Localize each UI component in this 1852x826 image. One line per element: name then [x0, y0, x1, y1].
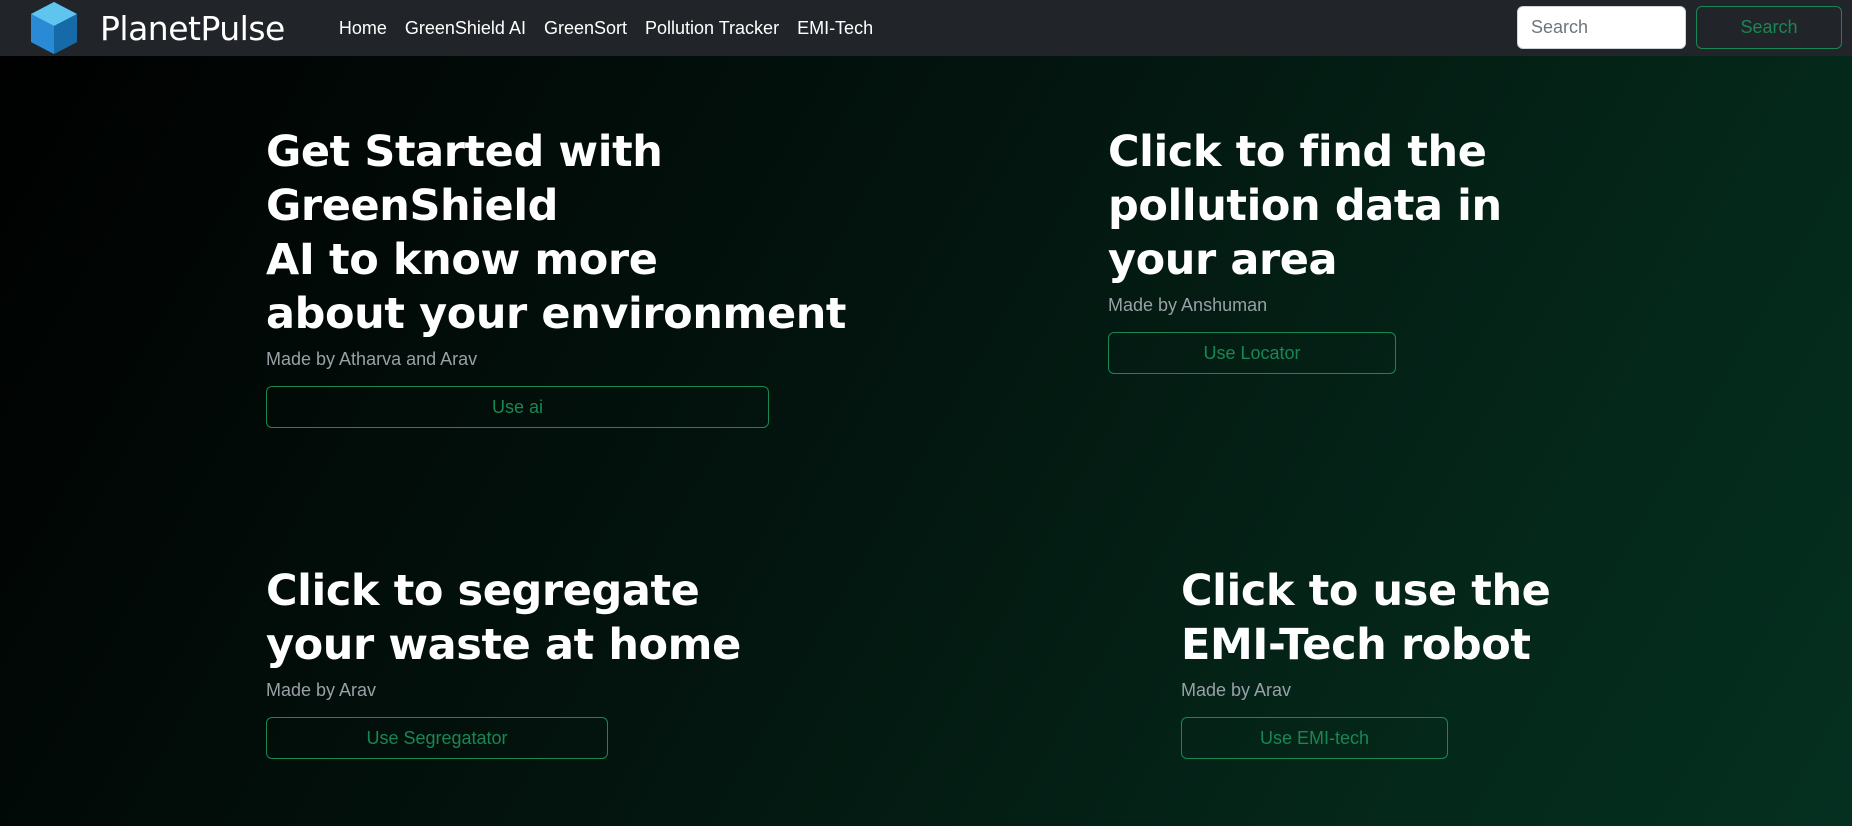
greenshield-card-title: Get Started with GreenShield AI to know …: [266, 125, 906, 341]
pollution-locator-card: Click to find the pollution data in your…: [1108, 125, 1568, 374]
nav-link-emi-tech[interactable]: EMI-Tech: [797, 18, 873, 39]
title-line: your waste at home: [266, 620, 741, 670]
title-line: EMI-Tech robot: [1181, 620, 1531, 670]
nav-link-greensort[interactable]: GreenSort: [544, 18, 627, 39]
search-button[interactable]: Search: [1696, 6, 1842, 49]
segregator-card-title: Click to segregate your waste at home: [266, 564, 826, 672]
segregator-card-author: Made by Arav: [266, 680, 377, 700]
nav-link-greenshield-ai[interactable]: GreenShield AI: [405, 18, 526, 39]
segregator-card: Click to segregate your waste at home Ma…: [266, 564, 826, 759]
nav-link-pollution-tracker[interactable]: Pollution Tracker: [645, 18, 779, 39]
pollution-locator-card-author: Made by Anshuman: [1108, 295, 1268, 315]
greenshield-card-author: Made by Atharva and Arav: [266, 349, 478, 369]
emi-tech-card-author: Made by Arav: [1181, 680, 1292, 700]
nav-link-home[interactable]: Home: [339, 18, 387, 39]
title-line: Click to segregate: [266, 566, 700, 616]
title-line: your area: [1108, 235, 1338, 285]
use-segregatator-button[interactable]: Use Segregatator: [266, 717, 608, 759]
pollution-locator-card-title: Click to find the pollution data in your…: [1108, 125, 1568, 287]
brand[interactable]: PlanetPulse: [26, 0, 285, 56]
title-line: pollution data in: [1108, 181, 1502, 231]
hexagon-cube-logo-icon: [31, 2, 77, 54]
greenshield-card: Get Started with GreenShield AI to know …: [266, 125, 906, 428]
use-ai-button[interactable]: Use ai: [266, 386, 769, 428]
use-emi-tech-button[interactable]: Use EMI-tech: [1181, 717, 1448, 759]
emi-tech-card-title: Click to use the EMI-Tech robot: [1181, 564, 1641, 672]
nav-links: Home GreenShield AI GreenSort Pollution …: [339, 18, 891, 39]
title-line: Get Started with GreenShield: [266, 127, 663, 231]
top-navbar: PlanetPulse Home GreenShield AI GreenSor…: [0, 0, 1852, 56]
title-line: Click to use the: [1181, 566, 1551, 616]
search-input[interactable]: [1517, 6, 1686, 49]
emi-tech-card: Click to use the EMI-Tech robot Made by …: [1181, 564, 1641, 759]
title-line: AI to know more: [266, 235, 658, 285]
use-locator-button[interactable]: Use Locator: [1108, 332, 1396, 374]
search-form: Search: [1517, 6, 1842, 49]
title-line: Click to find the: [1108, 127, 1487, 177]
brand-name: PlanetPulse: [100, 8, 285, 48]
title-line: about your environment: [266, 289, 847, 339]
